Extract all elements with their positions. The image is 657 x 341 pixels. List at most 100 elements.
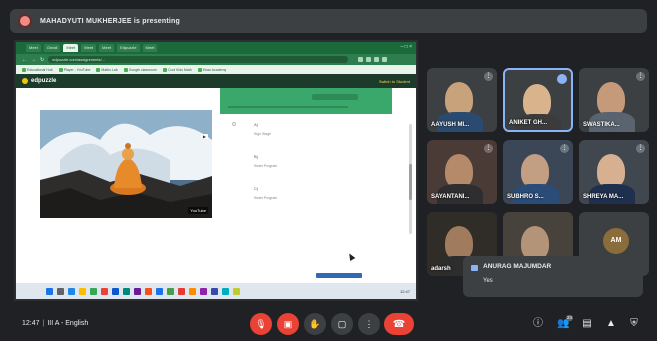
people-icon[interactable]: 👥 24 bbox=[557, 315, 573, 330]
bookmark-icon bbox=[58, 67, 63, 72]
browser-tab[interactable]: Meet bbox=[26, 44, 41, 52]
more-icon[interactable]: ⋮ bbox=[636, 72, 645, 81]
mouse-cursor-icon bbox=[346, 251, 356, 262]
folder-icon[interactable] bbox=[79, 287, 86, 295]
participant-tile-speaking[interactable]: ANIKET GH... bbox=[503, 68, 573, 132]
more-icon[interactable]: ⋮ bbox=[560, 144, 569, 153]
participant-name: AAYUSH MI... bbox=[431, 122, 470, 128]
app-icon[interactable] bbox=[112, 287, 119, 295]
option-key: B) bbox=[254, 154, 258, 159]
mic-off-icon[interactable]: 🎙 bbox=[250, 313, 272, 335]
app-icon[interactable] bbox=[145, 287, 152, 295]
extension-icon[interactable] bbox=[382, 57, 388, 62]
app-icon[interactable] bbox=[90, 287, 97, 295]
search-icon[interactable] bbox=[57, 287, 64, 295]
address-input[interactable]: edpuzzle.com/assignments/... bbox=[48, 56, 349, 63]
meeting-time: 12:47 bbox=[22, 320, 40, 327]
participant-video bbox=[521, 226, 549, 260]
participant-tile[interactable]: ⋮ SAYANTANI... bbox=[427, 140, 497, 204]
answer-option[interactable]: B) Sister Program bbox=[232, 152, 382, 184]
radio-icon[interactable] bbox=[232, 122, 236, 126]
host-controls-icon[interactable]: ⛨ bbox=[628, 318, 640, 330]
answer-option[interactable]: C) Sister Program bbox=[232, 184, 382, 216]
bookmark-item[interactable]: Maths Lab bbox=[96, 67, 118, 72]
more-icon[interactable]: ⋮ bbox=[484, 144, 493, 153]
extension-icons bbox=[358, 57, 388, 62]
activities-icon[interactable]: ▲ bbox=[605, 318, 617, 330]
question-action-button[interactable] bbox=[312, 94, 358, 100]
end-call-icon[interactable]: ☎ bbox=[384, 313, 414, 335]
more-icon[interactable]: ⋮ bbox=[484, 72, 493, 81]
app-icon[interactable] bbox=[222, 287, 229, 295]
participant-tile[interactable]: ⋮ SWASTIKA... bbox=[579, 68, 649, 132]
participant-tile[interactable]: ⋮ AAYUSH MI... bbox=[427, 68, 497, 132]
speaking-indicator-icon bbox=[557, 74, 567, 84]
info-icon[interactable]: ⓘ bbox=[532, 318, 544, 330]
chat-icon[interactable]: ▤ bbox=[581, 318, 593, 330]
chat-sender: ANURAG MAJUMDAR bbox=[483, 263, 552, 270]
bookmark-icon bbox=[123, 67, 128, 72]
option-text: Sister Program bbox=[254, 196, 278, 200]
raise-hand-icon[interactable]: ✋ bbox=[304, 313, 326, 335]
presenting-banner: MAHADYUTI MUKHERJEE is presenting bbox=[10, 9, 647, 33]
app-icon[interactable] bbox=[101, 287, 108, 295]
participant-video bbox=[597, 154, 625, 188]
page-scrollbar[interactable] bbox=[409, 124, 412, 234]
app-icon[interactable] bbox=[134, 287, 141, 295]
option-key: A) bbox=[254, 122, 258, 127]
bookmark-item[interactable]: Player - YouTube bbox=[58, 67, 90, 72]
app-icon[interactable] bbox=[167, 287, 174, 295]
bookmark-icon bbox=[197, 67, 202, 72]
meet-window: MAHADYUTI MUKHERJEE is presenting Meet G… bbox=[0, 0, 657, 341]
bookmark-item[interactable]: Khan Academy bbox=[197, 67, 226, 72]
extension-icon[interactable] bbox=[374, 57, 380, 62]
answer-option[interactable]: A) Sign Stage bbox=[232, 120, 382, 152]
scrollbar-thumb[interactable] bbox=[409, 164, 412, 200]
bookmark-item[interactable]: Educational Hub bbox=[22, 67, 53, 72]
bookmark-item[interactable]: Google classroom bbox=[123, 67, 157, 72]
app-icon[interactable] bbox=[189, 287, 196, 295]
camera-off-icon[interactable]: ▣ bbox=[277, 313, 299, 335]
browser-tab[interactable]: Meet bbox=[99, 44, 115, 52]
participant-tile[interactable]: ⋮ SUBHRO S... bbox=[503, 140, 573, 204]
app-icon[interactable] bbox=[233, 287, 240, 295]
browser-tab[interactable]: Gmail bbox=[43, 44, 61, 52]
meet-control-bar: 12:47 | III A - English 🎙 ▣ ✋ ▢ ⋮ ☎ ⓘ 👥 24 … bbox=[0, 305, 657, 341]
video-player[interactable]: ▶ YouTube bbox=[40, 110, 212, 218]
bookmark-icon bbox=[96, 67, 101, 72]
participant-name: SHREYA MA... bbox=[583, 194, 624, 200]
reload-icon[interactable]: ↻ bbox=[40, 57, 44, 63]
people-count: 24 bbox=[565, 315, 573, 321]
app-icon[interactable] bbox=[178, 287, 185, 295]
browser-tab[interactable]: Meet bbox=[81, 44, 97, 52]
app-icon[interactable] bbox=[211, 287, 218, 295]
more-options-icon[interactable]: ⋮ bbox=[358, 313, 380, 335]
question-text-line bbox=[228, 106, 348, 108]
presenting-text: MAHADYUTI MUKHERJEE is presenting bbox=[40, 17, 181, 25]
header-link[interactable]: Switch to Student bbox=[379, 79, 410, 84]
app-icon[interactable] bbox=[123, 287, 130, 295]
back-icon[interactable]: ← bbox=[22, 57, 27, 63]
present-icon[interactable]: ▢ bbox=[331, 313, 353, 335]
browser-tab-active[interactable]: Meet bbox=[63, 44, 79, 52]
chat-notification[interactable]: ANURAG MAJUMDAR Yes bbox=[463, 256, 643, 297]
forward-icon[interactable]: → bbox=[31, 57, 36, 63]
bookmark-item[interactable]: Cool Kids Math bbox=[162, 67, 192, 72]
chrome-icon[interactable] bbox=[156, 287, 163, 295]
taskview-icon[interactable] bbox=[68, 287, 75, 295]
more-icon[interactable]: ⋮ bbox=[636, 144, 645, 153]
participant-tile[interactable]: ⋮ SHREYA MA... bbox=[579, 140, 649, 204]
participant-video bbox=[445, 226, 473, 260]
browser-tab[interactable]: Edpuzzle bbox=[117, 44, 140, 52]
submit-button[interactable] bbox=[316, 273, 362, 278]
app-icon[interactable] bbox=[200, 287, 207, 295]
window-controls-icon[interactable]: – □ × bbox=[401, 44, 413, 50]
participant-video bbox=[521, 154, 549, 188]
start-icon[interactable] bbox=[46, 287, 53, 295]
participant-name: SUBHRO S... bbox=[507, 194, 544, 200]
extension-icon[interactable] bbox=[366, 57, 372, 62]
extension-icon[interactable] bbox=[358, 57, 364, 62]
browser-tab[interactable]: Meet bbox=[142, 44, 158, 52]
participant-video bbox=[445, 82, 473, 116]
site-brand: edpuzzle bbox=[31, 78, 57, 84]
